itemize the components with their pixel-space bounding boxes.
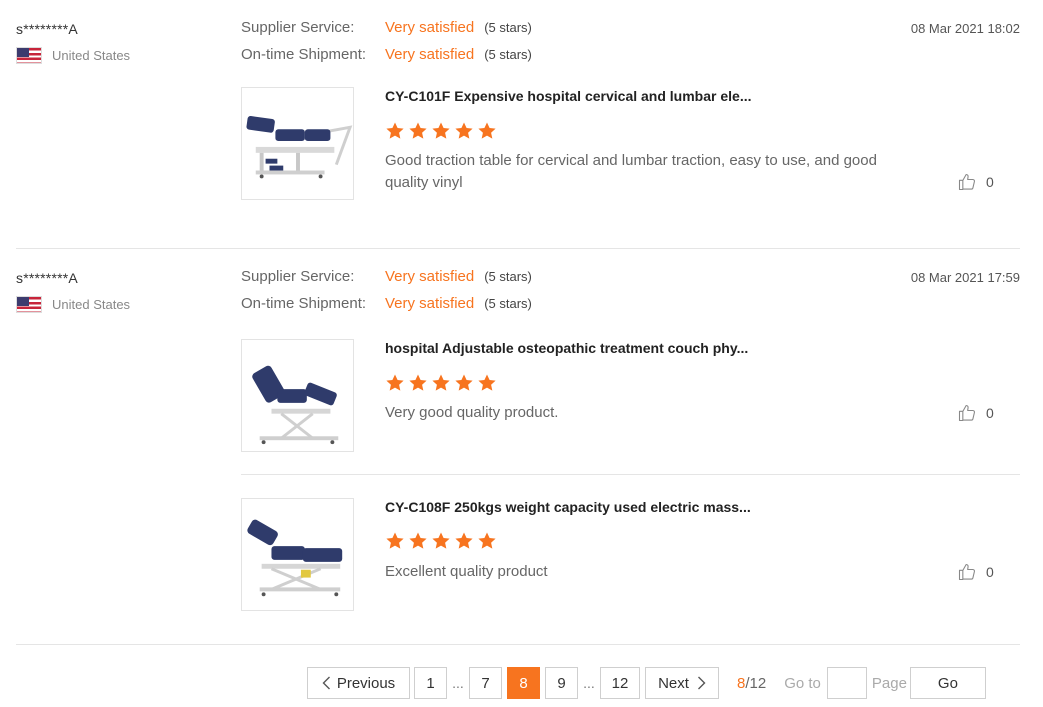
like-button[interactable]: 0 <box>957 562 994 582</box>
supplier-ratings: Supplier Service: Very satisfied (5 star… <box>241 19 532 73</box>
product-thumbnail[interactable] <box>241 339 354 452</box>
star-icon <box>454 373 474 393</box>
star-icon <box>431 531 451 551</box>
review-text: Good traction table for cervical and lum… <box>385 152 877 191</box>
pagination-ellipsis: ... <box>583 675 595 691</box>
product-title[interactable]: CY-C108F 250kgs weight capacity used ele… <box>385 499 751 515</box>
buyer-name: s********A <box>16 270 78 286</box>
like-count: 0 <box>986 174 994 190</box>
goto-page-input[interactable] <box>826 667 867 699</box>
supplier-service-rating: Supplier Service: Very satisfied (5 star… <box>241 268 532 295</box>
pagination: Previous 1 ... 7 8 9 ... 12 Next 8/12 Go… <box>307 667 986 699</box>
star-icon <box>408 373 428 393</box>
review-date: 08 Mar 2021 18:02 <box>910 21 1020 36</box>
us-flag-icon <box>16 47 42 64</box>
star-icon <box>385 373 405 393</box>
buyer-country: United States <box>16 47 216 64</box>
star-icon <box>454 121 474 141</box>
star-icon <box>477 531 497 551</box>
product-title[interactable]: hospital Adjustable osteopathic treatmen… <box>385 340 748 356</box>
like-count: 0 <box>986 405 994 421</box>
next-label: Next <box>658 674 689 692</box>
rating-stars-text: (5 stars) <box>484 20 532 35</box>
review-text: Excellent quality product <box>385 563 548 580</box>
rating-value: Very satisfied <box>385 46 475 63</box>
star-icon <box>385 531 405 551</box>
chevron-right-icon <box>697 676 706 690</box>
page-12-button[interactable]: 12 <box>600 667 640 699</box>
next-page-button[interactable]: Next <box>645 667 719 699</box>
page-1-button[interactable]: 1 <box>414 667 447 699</box>
like-button[interactable]: 0 <box>957 172 994 192</box>
goto-label: Go to <box>784 674 821 692</box>
star-icon <box>431 373 451 393</box>
previous-label: Previous <box>336 674 396 692</box>
star-icon <box>408 121 428 141</box>
star-icon <box>408 531 428 551</box>
country-name: United States <box>52 48 131 63</box>
pagination-ellipsis: ... <box>452 675 464 691</box>
buyer-info: s********A United States <box>16 270 216 313</box>
chevron-left-icon <box>322 676 331 690</box>
page-7-button[interactable]: 7 <box>469 667 502 699</box>
rating-value: Very satisfied <box>385 295 475 312</box>
page-9-button[interactable]: 9 <box>545 667 578 699</box>
product-star-rating <box>385 531 497 551</box>
product-review: CY-C101F Expensive hospital cervical and… <box>241 87 1020 201</box>
rating-stars-text: (5 stars) <box>484 47 532 62</box>
rating-value: Very satisfied <box>385 268 475 285</box>
buyer-info: s********A United States <box>16 21 216 64</box>
review-text: Very good quality product. <box>385 404 559 421</box>
product-review: CY-C108F 250kgs weight capacity used ele… <box>241 474 1020 611</box>
buyer-country: United States <box>16 296 216 313</box>
like-button[interactable]: 0 <box>957 403 994 423</box>
like-count: 0 <box>986 564 994 580</box>
page-label: Page <box>871 674 907 692</box>
rating-value: Very satisfied <box>385 19 475 36</box>
traction-table-image <box>246 116 353 179</box>
star-icon <box>385 121 405 141</box>
country-name: United States <box>52 297 131 312</box>
thumbs-up-icon <box>957 562 977 582</box>
go-button[interactable]: Go <box>909 667 986 699</box>
on-time-shipment-rating: On-time Shipment: Very satisfied (5 star… <box>241 295 532 322</box>
page-8-button[interactable]: 8 <box>507 667 540 699</box>
product-star-rating <box>385 121 497 141</box>
product-star-rating <box>385 373 497 393</box>
rating-label: Supplier Service: <box>241 268 355 285</box>
star-icon <box>477 373 497 393</box>
product-thumbnail[interactable] <box>241 87 354 200</box>
star-icon <box>477 121 497 141</box>
review-card: s********A United States 08 Mar 2021 17:… <box>16 249 1020 645</box>
massage-table-image <box>247 519 343 597</box>
buyer-name: s********A <box>16 21 78 37</box>
star-icon <box>454 531 474 551</box>
rating-label: On-time Shipment: <box>241 46 367 63</box>
review-date: 08 Mar 2021 17:59 <box>910 270 1020 285</box>
total-pages: 12 <box>749 674 767 692</box>
product-title[interactable]: CY-C101F Expensive hospital cervical and… <box>385 88 751 104</box>
rating-stars-text: (5 stars) <box>484 296 532 311</box>
supplier-ratings: Supplier Service: Very satisfied (5 star… <box>241 268 532 322</box>
star-icon <box>431 121 451 141</box>
on-time-shipment-rating: On-time Shipment: Very satisfied (5 star… <box>241 46 532 73</box>
us-flag-icon <box>16 296 42 313</box>
product-review: hospital Adjustable osteopathic treatmen… <box>241 339 1020 453</box>
treatment-couch-image <box>252 365 339 445</box>
rating-label: On-time Shipment: <box>241 295 367 312</box>
product-thumbnail[interactable] <box>241 498 354 611</box>
rating-label: Supplier Service: <box>241 19 355 36</box>
thumbs-up-icon <box>957 172 977 192</box>
supplier-service-rating: Supplier Service: Very satisfied (5 star… <box>241 19 532 46</box>
thumbs-up-icon <box>957 403 977 423</box>
rating-stars-text: (5 stars) <box>484 269 532 284</box>
page-count: 8/12 <box>737 675 766 692</box>
review-card: s********A United States 08 Mar 2021 18:… <box>16 0 1020 249</box>
previous-page-button[interactable]: Previous <box>307 667 410 699</box>
